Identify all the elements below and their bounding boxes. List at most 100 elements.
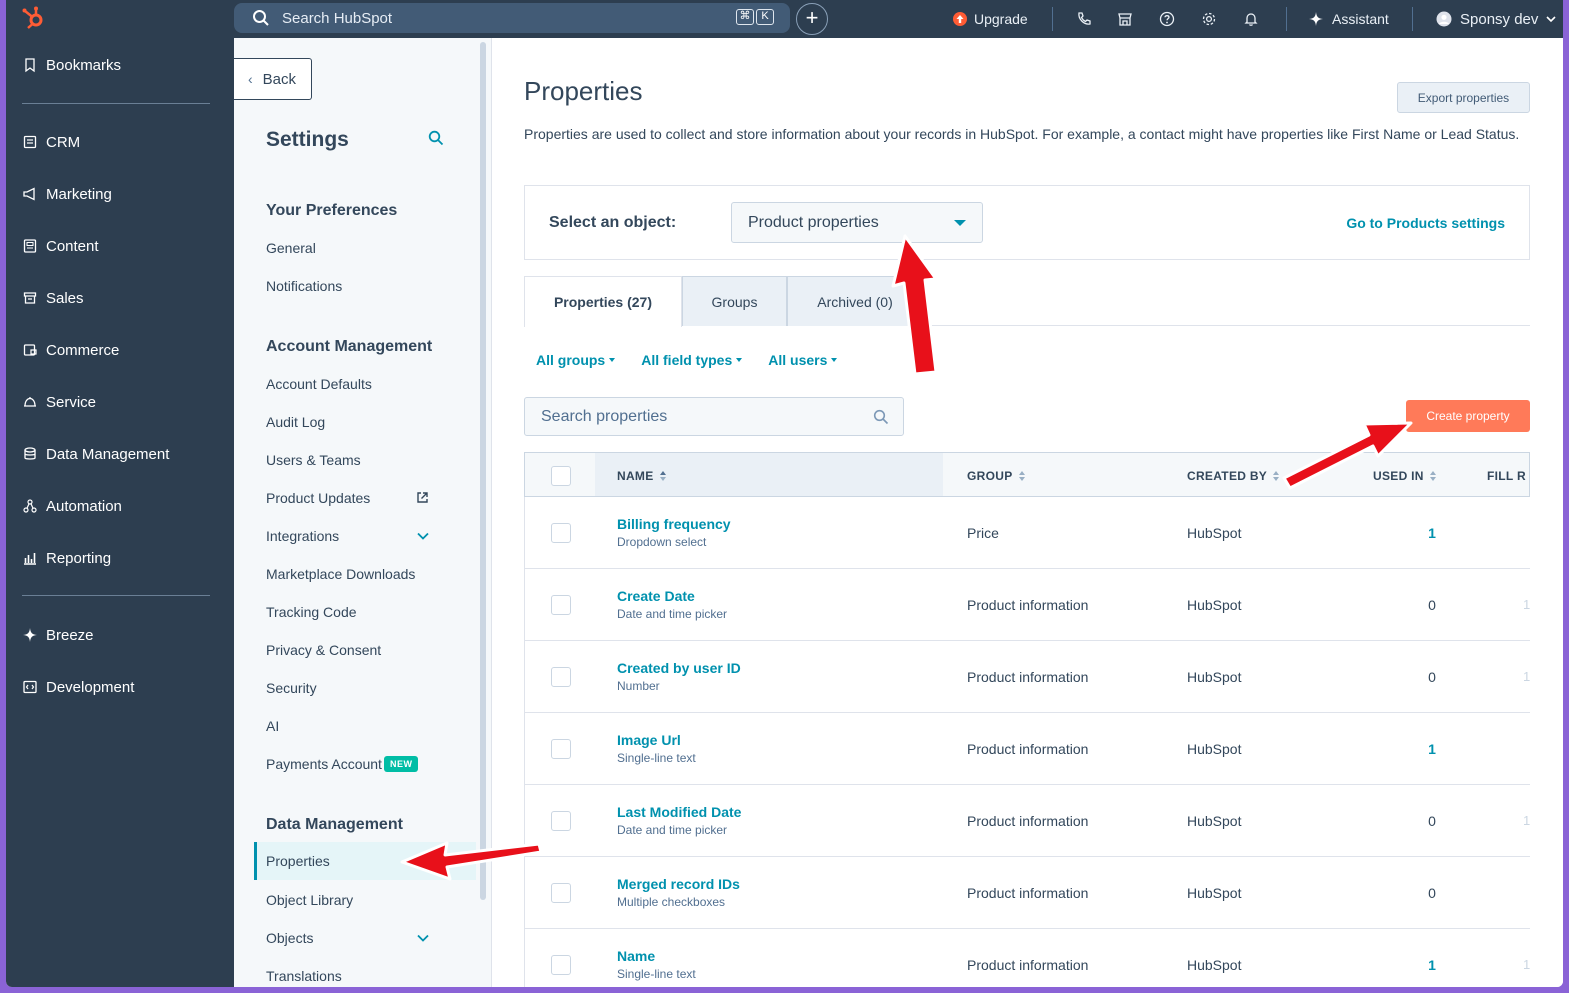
settings-item-product-updates[interactable]: Product Updates (266, 488, 370, 508)
select-all-checkbox[interactable] (551, 466, 571, 486)
nav-item-reporting[interactable]: Reporting (22, 546, 111, 570)
column-header-created-by[interactable]: CREATED BY (1187, 469, 1280, 483)
property-used-in: 0 (1428, 597, 1436, 613)
property-name-link[interactable]: Create Date (617, 588, 695, 604)
property-created-by: HubSpot (1187, 957, 1242, 973)
property-name-link[interactable]: Billing frequency (617, 516, 731, 532)
tab-properties[interactable]: Properties (27) (524, 276, 682, 327)
settings-item-objects[interactable]: Objects (266, 928, 313, 948)
property-group: Product information (967, 957, 1089, 973)
property-name-link[interactable]: Created by user ID (617, 660, 741, 676)
settings-item-users-teams[interactable]: Users & Teams (266, 450, 361, 470)
chevron-down-icon[interactable] (416, 529, 430, 543)
settings-item-audit-log[interactable]: Audit Log (266, 412, 325, 432)
settings-item-tracking-code[interactable]: Tracking Code (266, 602, 357, 622)
external-link-icon (417, 492, 428, 503)
settings-item-general[interactable]: General (266, 238, 316, 258)
settings-item-properties[interactable]: Properties (254, 842, 476, 880)
row-checkbox[interactable] (551, 523, 571, 543)
caret-down-icon (954, 220, 966, 226)
settings-item-payments-account[interactable]: Payments Account NEW (266, 754, 419, 774)
settings-item-security[interactable]: Security (266, 678, 317, 698)
nav-item-data-management[interactable]: Data Management (22, 442, 169, 466)
property-name-link[interactable]: Last Modified Date (617, 804, 741, 820)
nav-label: Service (46, 393, 97, 411)
nav-item-content[interactable]: Content (22, 234, 99, 258)
row-checkbox[interactable] (551, 667, 571, 687)
settings-scrollbar[interactable] (480, 42, 486, 900)
column-header-used-in[interactable]: USED IN (1373, 469, 1436, 483)
database-icon (24, 447, 36, 460)
column-header-label: CREATED BY (1187, 469, 1268, 483)
back-label: Back (262, 70, 297, 88)
column-header-label: NAME (617, 469, 654, 483)
property-used-in-link[interactable]: 1 (1425, 957, 1439, 973)
filter-all-users[interactable]: All users (768, 352, 838, 368)
create-new-button[interactable]: + (796, 3, 828, 35)
settings-item-translations[interactable]: Translations (266, 966, 342, 986)
properties-tabs: Properties (27) Groups Archived (0) (524, 276, 1530, 327)
settings-item-marketplace-downloads[interactable]: Marketplace Downloads (266, 564, 415, 584)
settings-item-ai[interactable]: AI (266, 716, 279, 736)
property-used-in-link[interactable]: 1 (1425, 741, 1439, 757)
sparkle-icon (23, 628, 37, 642)
tab-archived[interactable]: Archived (0) (787, 276, 923, 326)
row-checkbox[interactable] (551, 955, 571, 975)
property-name-link[interactable]: Image Url (617, 732, 681, 748)
row-checkbox[interactable] (551, 883, 571, 903)
calling-button[interactable] (1076, 0, 1092, 38)
nav-item-commerce[interactable]: Commerce (22, 338, 119, 362)
upgrade-button[interactable]: Upgrade (952, 0, 1028, 38)
nav-item-bookmarks[interactable]: Bookmarks (22, 53, 121, 77)
tab-groups[interactable]: Groups (682, 276, 787, 326)
hubspot-logo-icon[interactable] (20, 5, 46, 31)
settings-button[interactable] (1201, 0, 1217, 38)
search-properties-input[interactable]: Search properties (524, 397, 904, 436)
chevron-down-icon[interactable] (416, 931, 430, 945)
object-select-dropdown[interactable]: Product properties (731, 202, 983, 243)
nav-label: Development (46, 678, 135, 696)
row-checkbox[interactable] (551, 811, 571, 831)
search-icon[interactable] (428, 130, 444, 146)
global-search-input[interactable]: Search HubSpot ⌘ K (234, 3, 790, 33)
nav-item-sales[interactable]: Sales (22, 286, 84, 310)
row-checkbox[interactable] (551, 739, 571, 759)
nav-item-service[interactable]: Service (22, 390, 96, 414)
column-header-name[interactable]: NAME (617, 469, 666, 483)
k-key: K (756, 9, 774, 25)
assistant-button[interactable]: Assistant (1308, 0, 1389, 38)
column-header-fill-rate[interactable]: FILL R (1487, 469, 1526, 483)
back-button[interactable]: ‹ Back (234, 58, 312, 100)
help-icon (1159, 11, 1175, 27)
settings-item-notifications[interactable]: Notifications (266, 276, 342, 296)
marketplace-button[interactable] (1117, 0, 1133, 38)
go-to-products-settings-link[interactable]: Go to Products settings (1346, 215, 1505, 231)
settings-item-privacy-consent[interactable]: Privacy & Consent (266, 640, 381, 660)
filter-label: All groups (536, 352, 606, 368)
settings-item-object-library[interactable]: Object Library (266, 890, 353, 910)
caret-down-icon (831, 358, 838, 362)
create-property-button[interactable]: Create property (1406, 400, 1530, 432)
table-row: Image Url Single-line text Product infor… (524, 713, 1530, 785)
filter-all-field-types[interactable]: All field types (641, 352, 743, 368)
settings-item-account-defaults[interactable]: Account Defaults (266, 374, 372, 394)
nav-item-automation[interactable]: Automation (22, 494, 122, 518)
column-header-group[interactable]: GROUP (967, 469, 1025, 483)
nav-item-breeze[interactable]: Breeze (22, 623, 94, 647)
help-button[interactable] (1159, 0, 1175, 38)
filter-all-groups[interactable]: All groups (536, 352, 616, 368)
notifications-button[interactable] (1243, 0, 1259, 38)
nav-item-crm[interactable]: CRM (22, 130, 80, 154)
row-checkbox[interactable] (551, 595, 571, 615)
property-name-link[interactable]: Merged record IDs (617, 876, 740, 892)
nav-item-marketing[interactable]: Marketing (22, 182, 112, 206)
nav-label: Breeze (46, 626, 94, 644)
settings-item-integrations[interactable]: Integrations (266, 526, 339, 546)
nav-item-development[interactable]: Development (22, 675, 134, 699)
property-used-in: 0 (1428, 885, 1436, 901)
property-created-by: HubSpot (1187, 669, 1242, 685)
property-used-in-link[interactable]: 1 (1425, 525, 1439, 541)
export-properties-button[interactable]: Export properties (1397, 82, 1530, 113)
account-menu[interactable]: Sponsy dev (1436, 0, 1556, 38)
property-name-link[interactable]: Name (617, 948, 655, 964)
